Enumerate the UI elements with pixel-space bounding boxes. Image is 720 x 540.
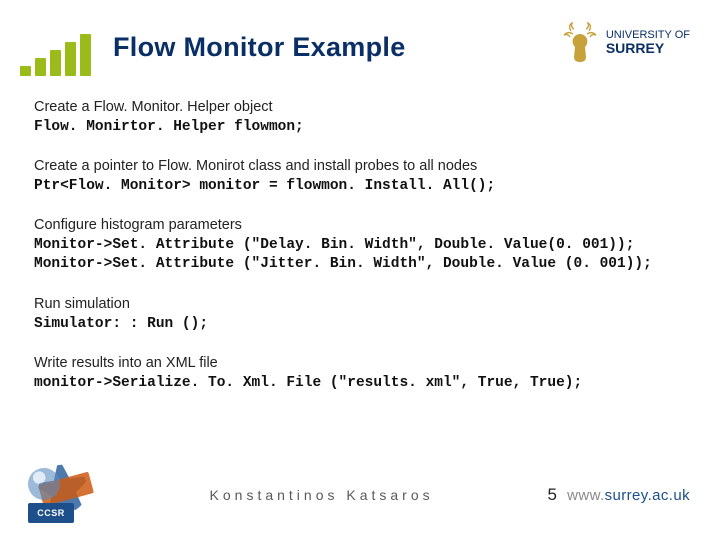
step-4: Run simulation Simulator: : Run ();	[34, 295, 686, 334]
step-5: Write results into an XML file monitor->…	[34, 354, 686, 393]
step-3: Configure histogram parameters Monitor->…	[34, 216, 686, 275]
step-label: Create a pointer to Flow. Monirot class …	[34, 157, 686, 177]
page-title: Flow Monitor Example	[113, 22, 560, 63]
step-label: Write results into an XML file	[34, 354, 686, 374]
header: Flow Monitor Example UNIVERSITY OF SURRE…	[0, 0, 720, 76]
step-label: Run simulation	[34, 295, 686, 315]
stag-icon	[560, 22, 600, 64]
step-code: Monitor->Set. Attribute ("Jitter. Bin. W…	[34, 255, 686, 275]
step-code: Monitor->Set. Attribute ("Delay. Bin. Wi…	[34, 236, 686, 256]
page-number: 5	[537, 485, 567, 505]
url-host: surrey.ac.uk	[605, 487, 690, 504]
ccsr-badge-icon: CCSR	[28, 464, 106, 526]
step-1: Create a Flow. Monitor. Helper object Fl…	[34, 98, 686, 137]
url-prefix: www.	[567, 487, 604, 504]
step-code: Simulator: : Run ();	[34, 315, 686, 335]
step-code: Flow. Monirtor. Helper flowmon;	[34, 118, 686, 138]
step-code: Ptr<Flow. Monitor> monitor = flowmon. In…	[34, 177, 686, 197]
footer-url: www.surrey.ac.uk	[567, 487, 690, 504]
signal-bars-icon	[20, 34, 91, 76]
step-label: Configure histogram parameters	[34, 216, 686, 236]
university-logo: UNIVERSITY OF SURREY	[560, 22, 690, 64]
slide-body: Create a Flow. Monitor. Helper object Fl…	[0, 76, 720, 393]
step-code: monitor->Serialize. To. Xml. File ("resu…	[34, 374, 686, 394]
logo-text: SURREY	[606, 40, 664, 56]
author-name: Konstantinos Katsaros	[106, 487, 537, 503]
badge-label: CCSR	[28, 503, 74, 523]
step-label: Create a Flow. Monitor. Helper object	[34, 98, 686, 118]
footer: CCSR Konstantinos Katsaros 5 www.surrey.…	[0, 460, 720, 530]
step-2: Create a pointer to Flow. Monirot class …	[34, 157, 686, 196]
